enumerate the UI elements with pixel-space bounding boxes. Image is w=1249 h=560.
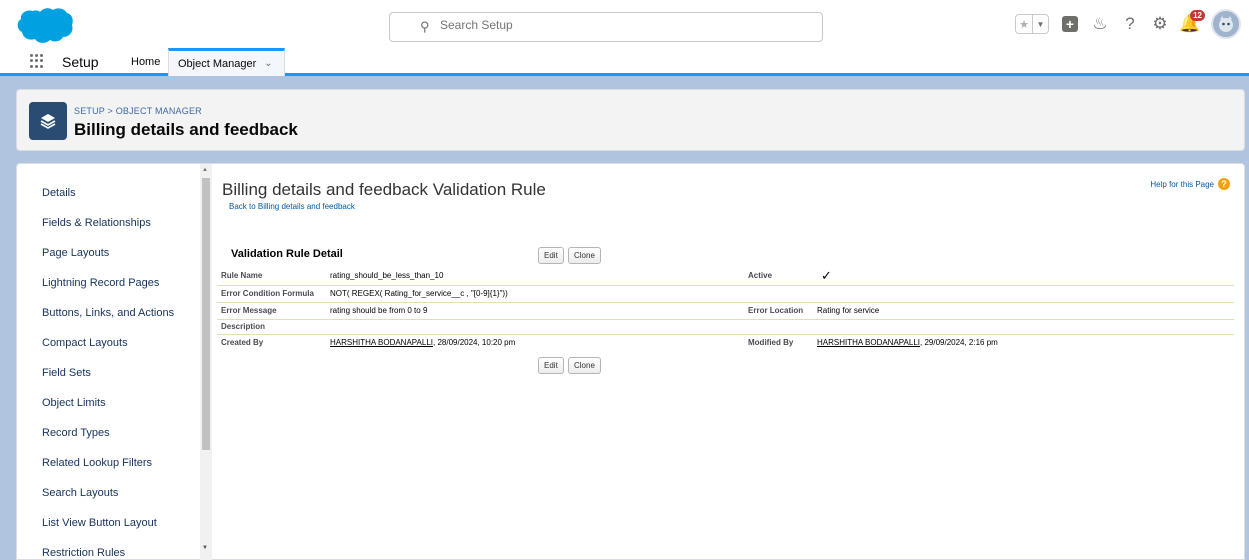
scroll-up-icon[interactable]: ▲ — [202, 167, 208, 173]
tab-object-manager[interactable]: Object Manager ⌄ — [168, 48, 285, 76]
row-divider — [217, 319, 1234, 320]
sidebar-item-page-layouts[interactable]: Page Layouts — [42, 247, 109, 259]
layers-icon — [29, 102, 67, 140]
tab-home[interactable]: Home — [131, 48, 160, 76]
favorites-dropdown-icon[interactable]: ▼ — [1032, 15, 1048, 33]
plus-icon: + — [1062, 16, 1078, 32]
sidebar-item-buttons-links-actions[interactable]: Buttons, Links, and Actions — [42, 307, 174, 319]
gear-icon[interactable]: ⚙ — [1151, 14, 1169, 33]
created-by-value: HARSHITHA BODANAPALLI, 28/09/2024, 10:20… — [330, 338, 515, 347]
created-by-label: Created By — [221, 338, 264, 347]
error-message-label: Error Message — [221, 306, 277, 315]
scroll-down-icon[interactable]: ▼ — [202, 545, 208, 551]
sidebar-item-compact-layouts[interactable]: Compact Layouts — [42, 337, 128, 349]
row-divider — [217, 285, 1234, 286]
modified-by-date: , 29/09/2024, 2:16 pm — [920, 338, 998, 347]
sidebar-item-fields-relationships[interactable]: Fields & Relationships — [42, 217, 151, 229]
row-divider — [217, 334, 1234, 335]
tab-label: Object Manager — [178, 57, 257, 70]
sidebar-item-object-limits[interactable]: Object Limits — [42, 397, 106, 409]
help-for-page-link[interactable]: Help for this Page ? — [1150, 178, 1230, 190]
created-by-date: , 28/09/2024, 10:20 pm — [433, 338, 516, 347]
formula-label: Error Condition Formula — [221, 289, 314, 298]
scrollbar-thumb[interactable] — [202, 178, 210, 450]
modified-by-user-link[interactable]: HARSHITHA BODANAPALLI — [817, 338, 920, 347]
error-message-value: rating should be from 0 to 9 — [330, 306, 428, 315]
active-checkmark-icon: ✓ — [821, 268, 832, 283]
clone-button-bottom[interactable]: Clone — [568, 357, 601, 374]
formula-value: NOT( REGEX( Rating_for_service__c , "[0-… — [330, 289, 508, 298]
help-icon: ? — [1218, 178, 1230, 190]
global-actions-button[interactable]: + — [1061, 15, 1079, 33]
back-link[interactable]: Back to Billing details and feedback — [229, 202, 355, 211]
active-label: Active — [748, 271, 773, 280]
sidebar-item-lightning-record-pages[interactable]: Lightning Record Pages — [42, 277, 159, 289]
salesforce-logo[interactable] — [16, 6, 74, 44]
edit-button[interactable]: Edit — [538, 247, 564, 264]
content-panel: Details Fields & Relationships Page Layo… — [16, 163, 1245, 560]
star-icon[interactable]: ★ — [1016, 15, 1032, 33]
clone-button[interactable]: Clone — [568, 247, 601, 264]
sidebar-item-list-view-button-layout[interactable]: List View Button Layout — [42, 517, 157, 529]
search-input[interactable] — [440, 18, 800, 32]
search-icon: ⚲ — [420, 19, 430, 34]
modified-by-value: HARSHITHA BODANAPALLI, 29/09/2024, 2:16 … — [817, 338, 998, 347]
rule-page-title: Billing details and feedback Validation … — [222, 180, 546, 199]
rule-name-value: rating_should_be_less_than_10 — [330, 271, 444, 280]
page-header: SETUP > OBJECT MANAGER Billing details a… — [16, 89, 1245, 151]
sidebar-item-field-sets[interactable]: Field Sets — [42, 367, 91, 379]
section-title: Validation Rule Detail — [231, 248, 343, 260]
rule-name-label: Rule Name — [221, 271, 263, 280]
app-name: Setup — [62, 54, 99, 70]
error-location-label: Error Location — [748, 306, 804, 315]
chevron-down-icon[interactable]: ⌄ — [264, 58, 272, 69]
setup-search[interactable]: ⚲ — [389, 12, 823, 42]
app-launcher-icon[interactable] — [30, 54, 44, 68]
sidebar-scrollbar[interactable]: ▲ ▼ — [200, 164, 212, 560]
user-icon — [1219, 16, 1233, 32]
breadcrumb[interactable]: SETUP > OBJECT MANAGER — [74, 106, 202, 116]
sidebar-item-search-layouts[interactable]: Search Layouts — [42, 487, 118, 499]
row-divider — [217, 302, 1234, 303]
global-header: ⚲ ★ ▼ + ♨ ? ⚙ 🔔 12 — [0, 0, 1249, 48]
notification-badge: 12 — [1190, 10, 1205, 21]
app-navbar: Setup Home Object Manager ⌄ — [0, 48, 1249, 76]
favorites-group: ★ ▼ — [1015, 14, 1049, 34]
modified-by-label: Modified By — [748, 338, 794, 347]
avatar[interactable] — [1211, 9, 1241, 39]
sidebar-item-restriction-rules[interactable]: Restriction Rules — [42, 547, 125, 559]
sidebar-item-details[interactable]: Details — [42, 187, 76, 199]
notifications-button[interactable]: 🔔 12 — [1179, 10, 1205, 33]
sidebar-item-record-types[interactable]: Record Types — [42, 427, 110, 439]
help-icon[interactable]: ? — [1121, 14, 1139, 33]
page-title: Billing details and feedback — [74, 120, 298, 139]
header-utility-icons: ★ ▼ + ♨ ? ⚙ 🔔 12 — [1015, 9, 1241, 39]
edit-button-bottom[interactable]: Edit — [538, 357, 564, 374]
created-by-user-link[interactable]: HARSHITHA BODANAPALLI — [330, 338, 433, 347]
description-label: Description — [221, 322, 266, 331]
object-sidebar: Details Fields & Relationships Page Layo… — [17, 164, 227, 560]
trailhead-icon[interactable]: ♨ — [1091, 14, 1109, 33]
tab-label: Home — [131, 56, 161, 68]
sidebar-item-related-lookup-filters[interactable]: Related Lookup Filters — [42, 457, 152, 469]
help-link-label: Help for this Page — [1150, 179, 1214, 189]
error-location-value: Rating for service — [817, 306, 880, 315]
